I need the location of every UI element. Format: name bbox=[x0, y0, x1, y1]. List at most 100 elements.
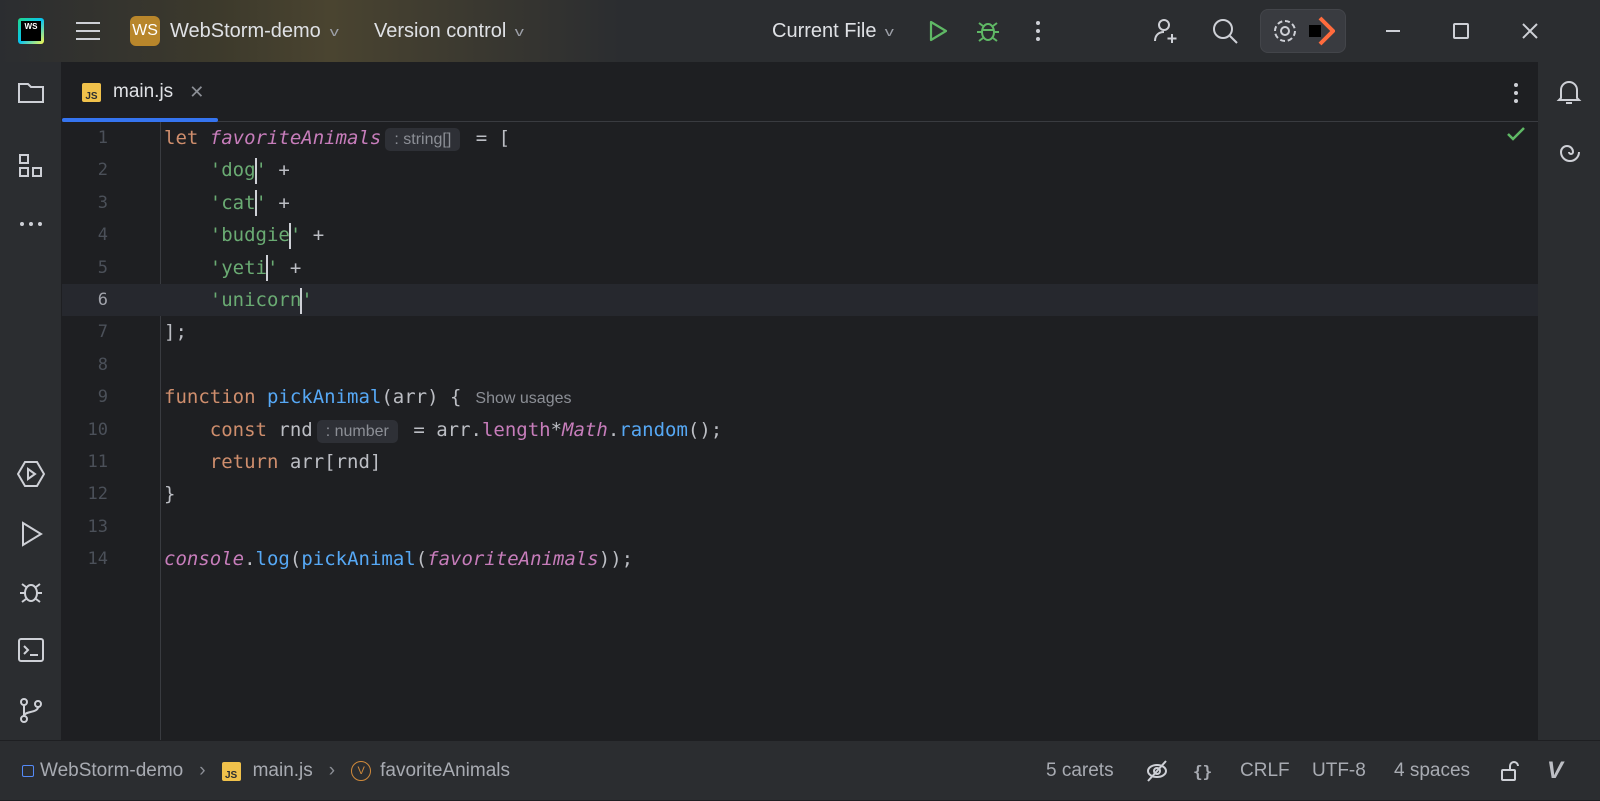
code-token: (arr) { bbox=[381, 386, 462, 409]
more-actions-button[interactable] bbox=[1034, 0, 1042, 62]
file-encoding[interactable]: UTF-8 bbox=[1312, 741, 1366, 801]
code-line[interactable]: 4 'budgie' + bbox=[62, 219, 1538, 251]
code-line[interactable]: 3 'cat' + bbox=[62, 187, 1538, 219]
maximize-icon bbox=[1453, 23, 1469, 39]
code-line[interactable]: 14 console.log(pickAnimal(favoriteAnimals… bbox=[62, 543, 1538, 575]
code-line[interactable]: 2 'dog' + bbox=[62, 154, 1538, 186]
project-selector[interactable]: WS WebStorm-demo v bbox=[130, 0, 339, 62]
inspections-off-icon[interactable] bbox=[1146, 741, 1168, 801]
line-number[interactable]: 5 bbox=[62, 252, 108, 284]
code-line[interactable]: 13 bbox=[62, 511, 1538, 543]
line-number[interactable]: 2 bbox=[62, 154, 108, 186]
line-number[interactable]: 14 bbox=[62, 543, 108, 575]
line-number[interactable]: 12 bbox=[62, 478, 108, 510]
structure-icon[interactable] bbox=[17, 152, 45, 180]
code-line[interactable]: 7]; bbox=[62, 316, 1538, 348]
code-token: ( bbox=[289, 548, 302, 571]
maximize-button[interactable] bbox=[1452, 0, 1470, 62]
code-line[interactable]: 12} bbox=[62, 478, 1538, 510]
inlay-type-hint: : string[] bbox=[385, 128, 461, 151]
debug-button[interactable] bbox=[975, 0, 1001, 62]
code-text: } bbox=[164, 478, 175, 510]
code-line[interactable]: 10 const rnd: number = arr.length*Math.r… bbox=[62, 414, 1538, 446]
hamburger-icon bbox=[76, 22, 100, 40]
tab-options-icon[interactable] bbox=[1512, 82, 1520, 104]
line-number[interactable]: 7 bbox=[62, 316, 108, 348]
code-line[interactable]: 6 'unicorn' bbox=[62, 284, 1538, 316]
code-with-me-button[interactable] bbox=[1152, 0, 1180, 62]
more-horizontal-icon[interactable] bbox=[17, 210, 45, 238]
run-config-selector[interactable]: Current File v bbox=[772, 0, 894, 62]
more-vertical-icon bbox=[1036, 21, 1040, 41]
code-line[interactable]: 1 let favoriteAnimals: string[] = [ bbox=[62, 122, 1538, 154]
services-icon[interactable] bbox=[17, 460, 45, 488]
carets-count[interactable]: 5 carets bbox=[1046, 741, 1114, 801]
code-token: 'yeti bbox=[209, 256, 267, 279]
line-separator[interactable]: CRLF bbox=[1240, 741, 1290, 801]
line-number[interactable]: 1 bbox=[62, 122, 108, 154]
code-token: 'unicorn bbox=[209, 289, 302, 311]
code-token: (); bbox=[687, 418, 723, 441]
code-line[interactable]: 11 return arr[rnd] bbox=[62, 446, 1538, 478]
terminal-icon[interactable] bbox=[17, 636, 45, 664]
code-token: pickAnimal bbox=[266, 386, 382, 409]
code-text: 'dog' + bbox=[164, 154, 290, 186]
vim-icon[interactable]: V bbox=[1547, 741, 1563, 801]
code-token: ]; bbox=[164, 321, 187, 344]
line-number[interactable]: 9 bbox=[62, 381, 108, 413]
line-number[interactable]: 4 bbox=[62, 219, 108, 251]
line-number[interactable]: 10 bbox=[62, 414, 108, 446]
code-token: 'cat bbox=[209, 191, 256, 214]
line-number[interactable]: 6 bbox=[62, 284, 108, 316]
minimize-button[interactable] bbox=[1384, 0, 1402, 62]
git-branch-icon[interactable] bbox=[17, 696, 45, 724]
code-line[interactable]: 9 function pickAnimal(arr) {Show usages bbox=[62, 381, 1538, 413]
settings-button[interactable] bbox=[1260, 9, 1346, 53]
chevron-down-icon: v bbox=[329, 23, 339, 39]
run-icon bbox=[929, 20, 948, 42]
unlock-icon[interactable] bbox=[1500, 741, 1520, 801]
code-editor[interactable]: 1 let favoriteAnimals: string[] = [2 'dog… bbox=[62, 122, 1538, 740]
variable-icon: V bbox=[351, 761, 372, 781]
chevron-down-icon: v bbox=[514, 23, 525, 39]
code-line[interactable]: 5 'yeti' + bbox=[62, 252, 1538, 284]
ai-assistant-spiral-icon[interactable] bbox=[1555, 138, 1583, 166]
run-icon[interactable] bbox=[17, 520, 45, 548]
line-number[interactable]: 13 bbox=[62, 511, 108, 543]
code-line[interactable]: 8 bbox=[62, 349, 1538, 381]
close-window-button[interactable] bbox=[1521, 0, 1539, 62]
code-token: ' bbox=[266, 256, 279, 279]
minimize-icon bbox=[1386, 30, 1400, 32]
breadcrumb-file[interactable]: main.js bbox=[253, 760, 313, 782]
code-token: ( bbox=[415, 548, 428, 571]
indent-setting[interactable]: 4 spaces bbox=[1394, 741, 1470, 801]
chevron-right-icon: › bbox=[199, 760, 206, 781]
line-number[interactable]: 3 bbox=[62, 187, 108, 219]
close-tab-icon[interactable]: ✕ bbox=[189, 82, 204, 103]
show-usages-link[interactable]: Show usages bbox=[475, 390, 571, 407]
main-menu-button[interactable] bbox=[74, 0, 102, 62]
breadcrumb-symbol[interactable]: favoriteAnimals bbox=[380, 760, 510, 782]
code-token: log bbox=[255, 548, 290, 571]
code-token: + bbox=[266, 159, 290, 182]
folder-icon[interactable] bbox=[17, 78, 45, 106]
notifications-bell-icon[interactable] bbox=[1555, 78, 1583, 106]
code-token: return bbox=[209, 451, 290, 473]
code-token: . bbox=[607, 418, 620, 441]
code-text: return arr[rnd] bbox=[164, 446, 382, 478]
breadcrumb-project[interactable]: WebStorm-demo bbox=[40, 760, 183, 782]
braces-icon[interactable]: {} bbox=[1193, 741, 1212, 801]
line-number[interactable]: 11 bbox=[62, 446, 108, 478]
code-text: 'cat' + bbox=[164, 187, 290, 219]
vcs-selector[interactable]: Version control v bbox=[374, 0, 525, 62]
tab-main-js[interactable]: JS main.js ✕ bbox=[82, 62, 204, 122]
app-logo[interactable]: WS bbox=[18, 0, 44, 62]
js-file-icon: JS bbox=[221, 761, 241, 781]
code-text: let favoriteAnimals: string[] = [ bbox=[164, 122, 510, 156]
bug-icon[interactable] bbox=[17, 578, 45, 606]
search-button[interactable] bbox=[1211, 0, 1239, 62]
line-number[interactable]: 8 bbox=[62, 349, 108, 381]
run-button[interactable] bbox=[926, 0, 950, 62]
